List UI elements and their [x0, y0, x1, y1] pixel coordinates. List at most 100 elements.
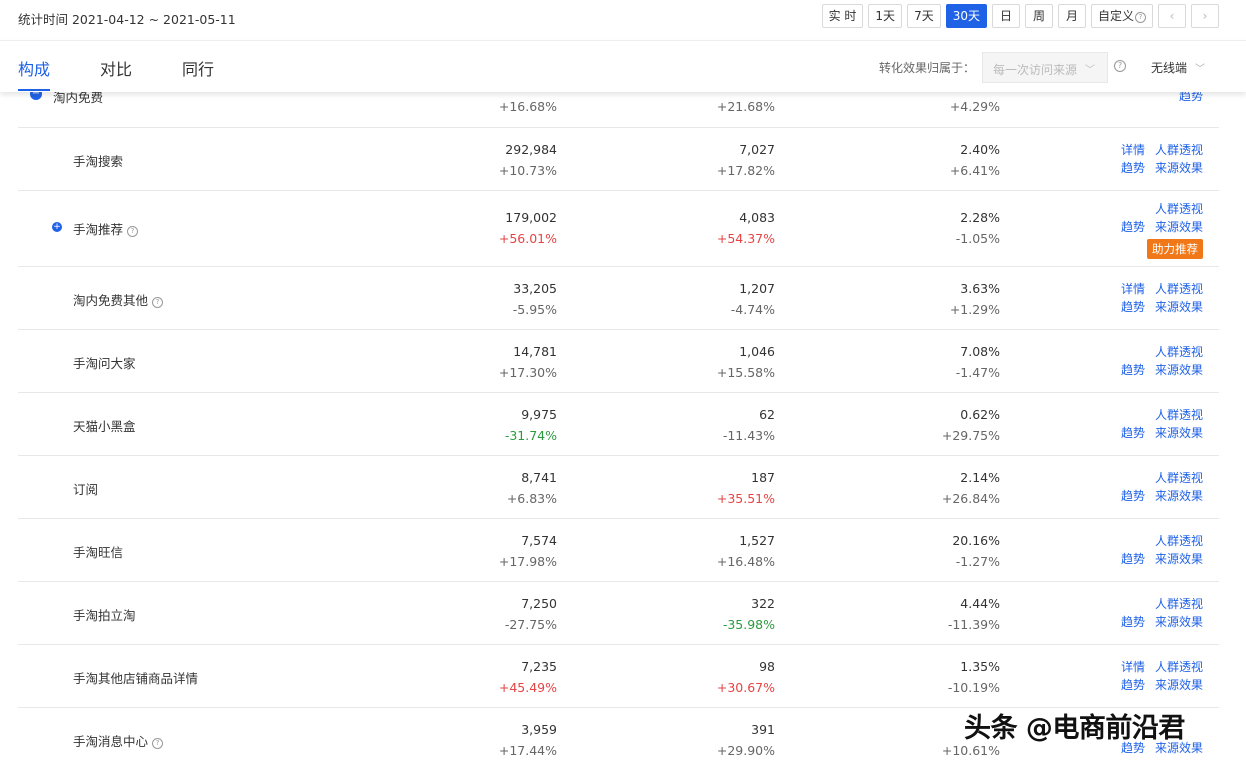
effect-link[interactable]: 来源效果 — [1155, 615, 1203, 629]
help-icon[interactable]: ? — [127, 226, 139, 237]
trend-link[interactable]: 趋势 — [1121, 489, 1145, 503]
cell-visitors: 8,741 +6.83% — [417, 467, 557, 509]
effect-link[interactable]: 来源效果 — [1155, 552, 1203, 566]
crowd-link[interactable]: 人群透视 — [1155, 345, 1203, 359]
effect-link[interactable]: 来源效果 — [1155, 300, 1203, 314]
detail-link[interactable]: 详情 — [1121, 282, 1145, 296]
effect-link[interactable]: 来源效果 — [1155, 161, 1203, 175]
effect-link[interactable]: 来源效果 — [1155, 220, 1203, 234]
group-change-2: +21.68% — [716, 99, 775, 114]
value: 7,574 — [521, 533, 557, 548]
change: +10.73% — [498, 163, 557, 178]
value: 3,959 — [521, 722, 557, 737]
help-icon[interactable]: ? — [152, 738, 164, 749]
value: 2.14% — [960, 470, 1000, 485]
help-icon[interactable]: ? — [152, 297, 164, 308]
table-row: 手淘拍立淘 7,250 -27.75% 322 -35.98% 4.44% -11.3… — [18, 582, 1219, 645]
tab-composition[interactable]: 构成 — [18, 56, 50, 80]
value: 2.40% — [960, 142, 1000, 157]
range-7day-button[interactable]: 7天 — [907, 4, 941, 28]
value: 4,083 — [739, 210, 775, 225]
crowd-link[interactable]: 人群透视 — [1155, 408, 1203, 422]
trend-link[interactable]: 趋势 — [1121, 161, 1145, 175]
trend-link[interactable]: 趋势 — [1121, 363, 1145, 377]
cell-visitors: 33,205 -5.95% — [417, 278, 557, 320]
expand-icon[interactable]: + — [52, 222, 62, 232]
value: 1,207 — [739, 281, 775, 296]
tab-peers[interactable]: 同行 — [182, 56, 214, 80]
change: +35.51% — [716, 491, 775, 506]
change: -1.47% — [955, 365, 1000, 380]
row-name: 淘内免费其他? — [73, 290, 164, 309]
change: -1.27% — [955, 554, 1000, 569]
range-realtime-button[interactable]: 实 时 — [821, 4, 864, 28]
row-name: 手淘旺信 — [73, 545, 124, 560]
crowd-link[interactable]: 人群透视 — [1155, 282, 1203, 296]
row-links: 详情 人群透视 趋势 来源效果 — [1111, 280, 1203, 316]
detail-link[interactable]: 详情 — [1121, 143, 1145, 157]
attribution-select[interactable]: 每一次访问来源 ﹀ — [982, 52, 1108, 83]
cell-rate: 20.16% -1.27% — [860, 530, 1000, 572]
crowd-link[interactable]: 人群透视 — [1155, 660, 1203, 674]
value: 322 — [751, 596, 775, 611]
change: -11.43% — [722, 428, 775, 443]
trend-link[interactable]: 趋势 — [1121, 678, 1145, 692]
range-week-button[interactable]: 周 — [1024, 4, 1053, 28]
value: 3.63% — [960, 281, 1000, 296]
crowd-link[interactable]: 人群透视 — [1155, 202, 1203, 216]
change: +15.58% — [716, 365, 775, 380]
trend-link[interactable]: 趋势 — [1121, 426, 1145, 440]
crowd-link[interactable]: 人群透视 — [1155, 471, 1203, 485]
chevron-down-icon: ﹀ — [1085, 65, 1095, 76]
trend-link[interactable]: 趋势 — [1121, 300, 1145, 314]
value: 187 — [751, 470, 775, 485]
change: +1.29% — [949, 302, 1000, 317]
row-name-text: 手淘消息中心 — [73, 734, 149, 749]
effect-link[interactable]: 来源效果 — [1155, 363, 1203, 377]
trend-link[interactable]: 趋势 — [1121, 615, 1145, 629]
cell-rate: 1.35% -10.19% — [860, 656, 1000, 698]
value: 14,781 — [513, 344, 557, 359]
boost-recommend-button[interactable]: 助力推荐 — [1147, 239, 1203, 259]
prev-period-button[interactable]: ‹ — [1158, 4, 1186, 28]
change: +17.30% — [498, 365, 557, 380]
cell-visitors: 292,984 +10.73% — [417, 139, 557, 181]
trend-link[interactable]: 趋势 — [1121, 220, 1145, 234]
change: +54.37% — [716, 231, 775, 246]
range-month-button[interactable]: 月 — [1057, 4, 1086, 28]
effect-link[interactable]: 来源效果 — [1155, 426, 1203, 440]
range-day-button[interactable]: 日 — [991, 4, 1020, 28]
range-30day-button[interactable]: 30天 — [945, 4, 987, 28]
row-name: 手淘拍立淘 — [73, 608, 136, 623]
effect-link[interactable]: 来源效果 — [1155, 489, 1203, 503]
change: -31.74% — [504, 428, 557, 443]
top-bar: 统计时间 2021-04-12 ~ 2021-05-11 实 时 1天 7天 3… — [0, 0, 1246, 33]
group-cell-visitors: +16.68% — [417, 96, 557, 117]
range-custom-label: 自定义 — [1097, 9, 1134, 23]
group-change-3: +4.29% — [949, 99, 1000, 114]
crowd-link[interactable]: 人群透视 — [1155, 597, 1203, 611]
value: 292,984 — [505, 142, 557, 157]
next-period-button[interactable]: › — [1191, 4, 1219, 28]
range-custom-button[interactable]: 自定义? — [1090, 4, 1153, 28]
device-select[interactable]: 无线端 ﹀ — [1151, 59, 1205, 76]
row-name: 手淘消息中心? — [73, 731, 164, 750]
crowd-link[interactable]: 人群透视 — [1155, 143, 1203, 157]
range-1day-button[interactable]: 1天 — [868, 4, 903, 28]
row-links: 详情 人群透视 趋势 来源效果 — [1111, 141, 1203, 177]
change: +17.82% — [716, 163, 775, 178]
table-row: 订阅 8,741 +6.83% 187 +35.51% 2.14% +26.84% 人… — [18, 456, 1219, 519]
row-links: 人群透视 趋势 来源效果 — [1111, 469, 1203, 505]
cell-rate: 2.28% -1.05% — [860, 207, 1000, 249]
row-name: 天猫小黑盒 — [73, 419, 136, 434]
help-icon[interactable]: ? — [1114, 60, 1126, 72]
change: +45.49% — [498, 680, 557, 695]
trend-link[interactable]: 趋势 — [1121, 552, 1145, 566]
detail-link[interactable]: 详情 — [1121, 660, 1145, 674]
tab-compare[interactable]: 对比 — [100, 56, 132, 80]
cell-visitors: 7,574 +17.98% — [417, 530, 557, 572]
crowd-link[interactable]: 人群透视 — [1155, 534, 1203, 548]
cell-buyers: 391 +29.90% — [635, 719, 775, 761]
cell-buyers: 4,083 +54.37% — [635, 207, 775, 249]
effect-link[interactable]: 来源效果 — [1155, 678, 1203, 692]
